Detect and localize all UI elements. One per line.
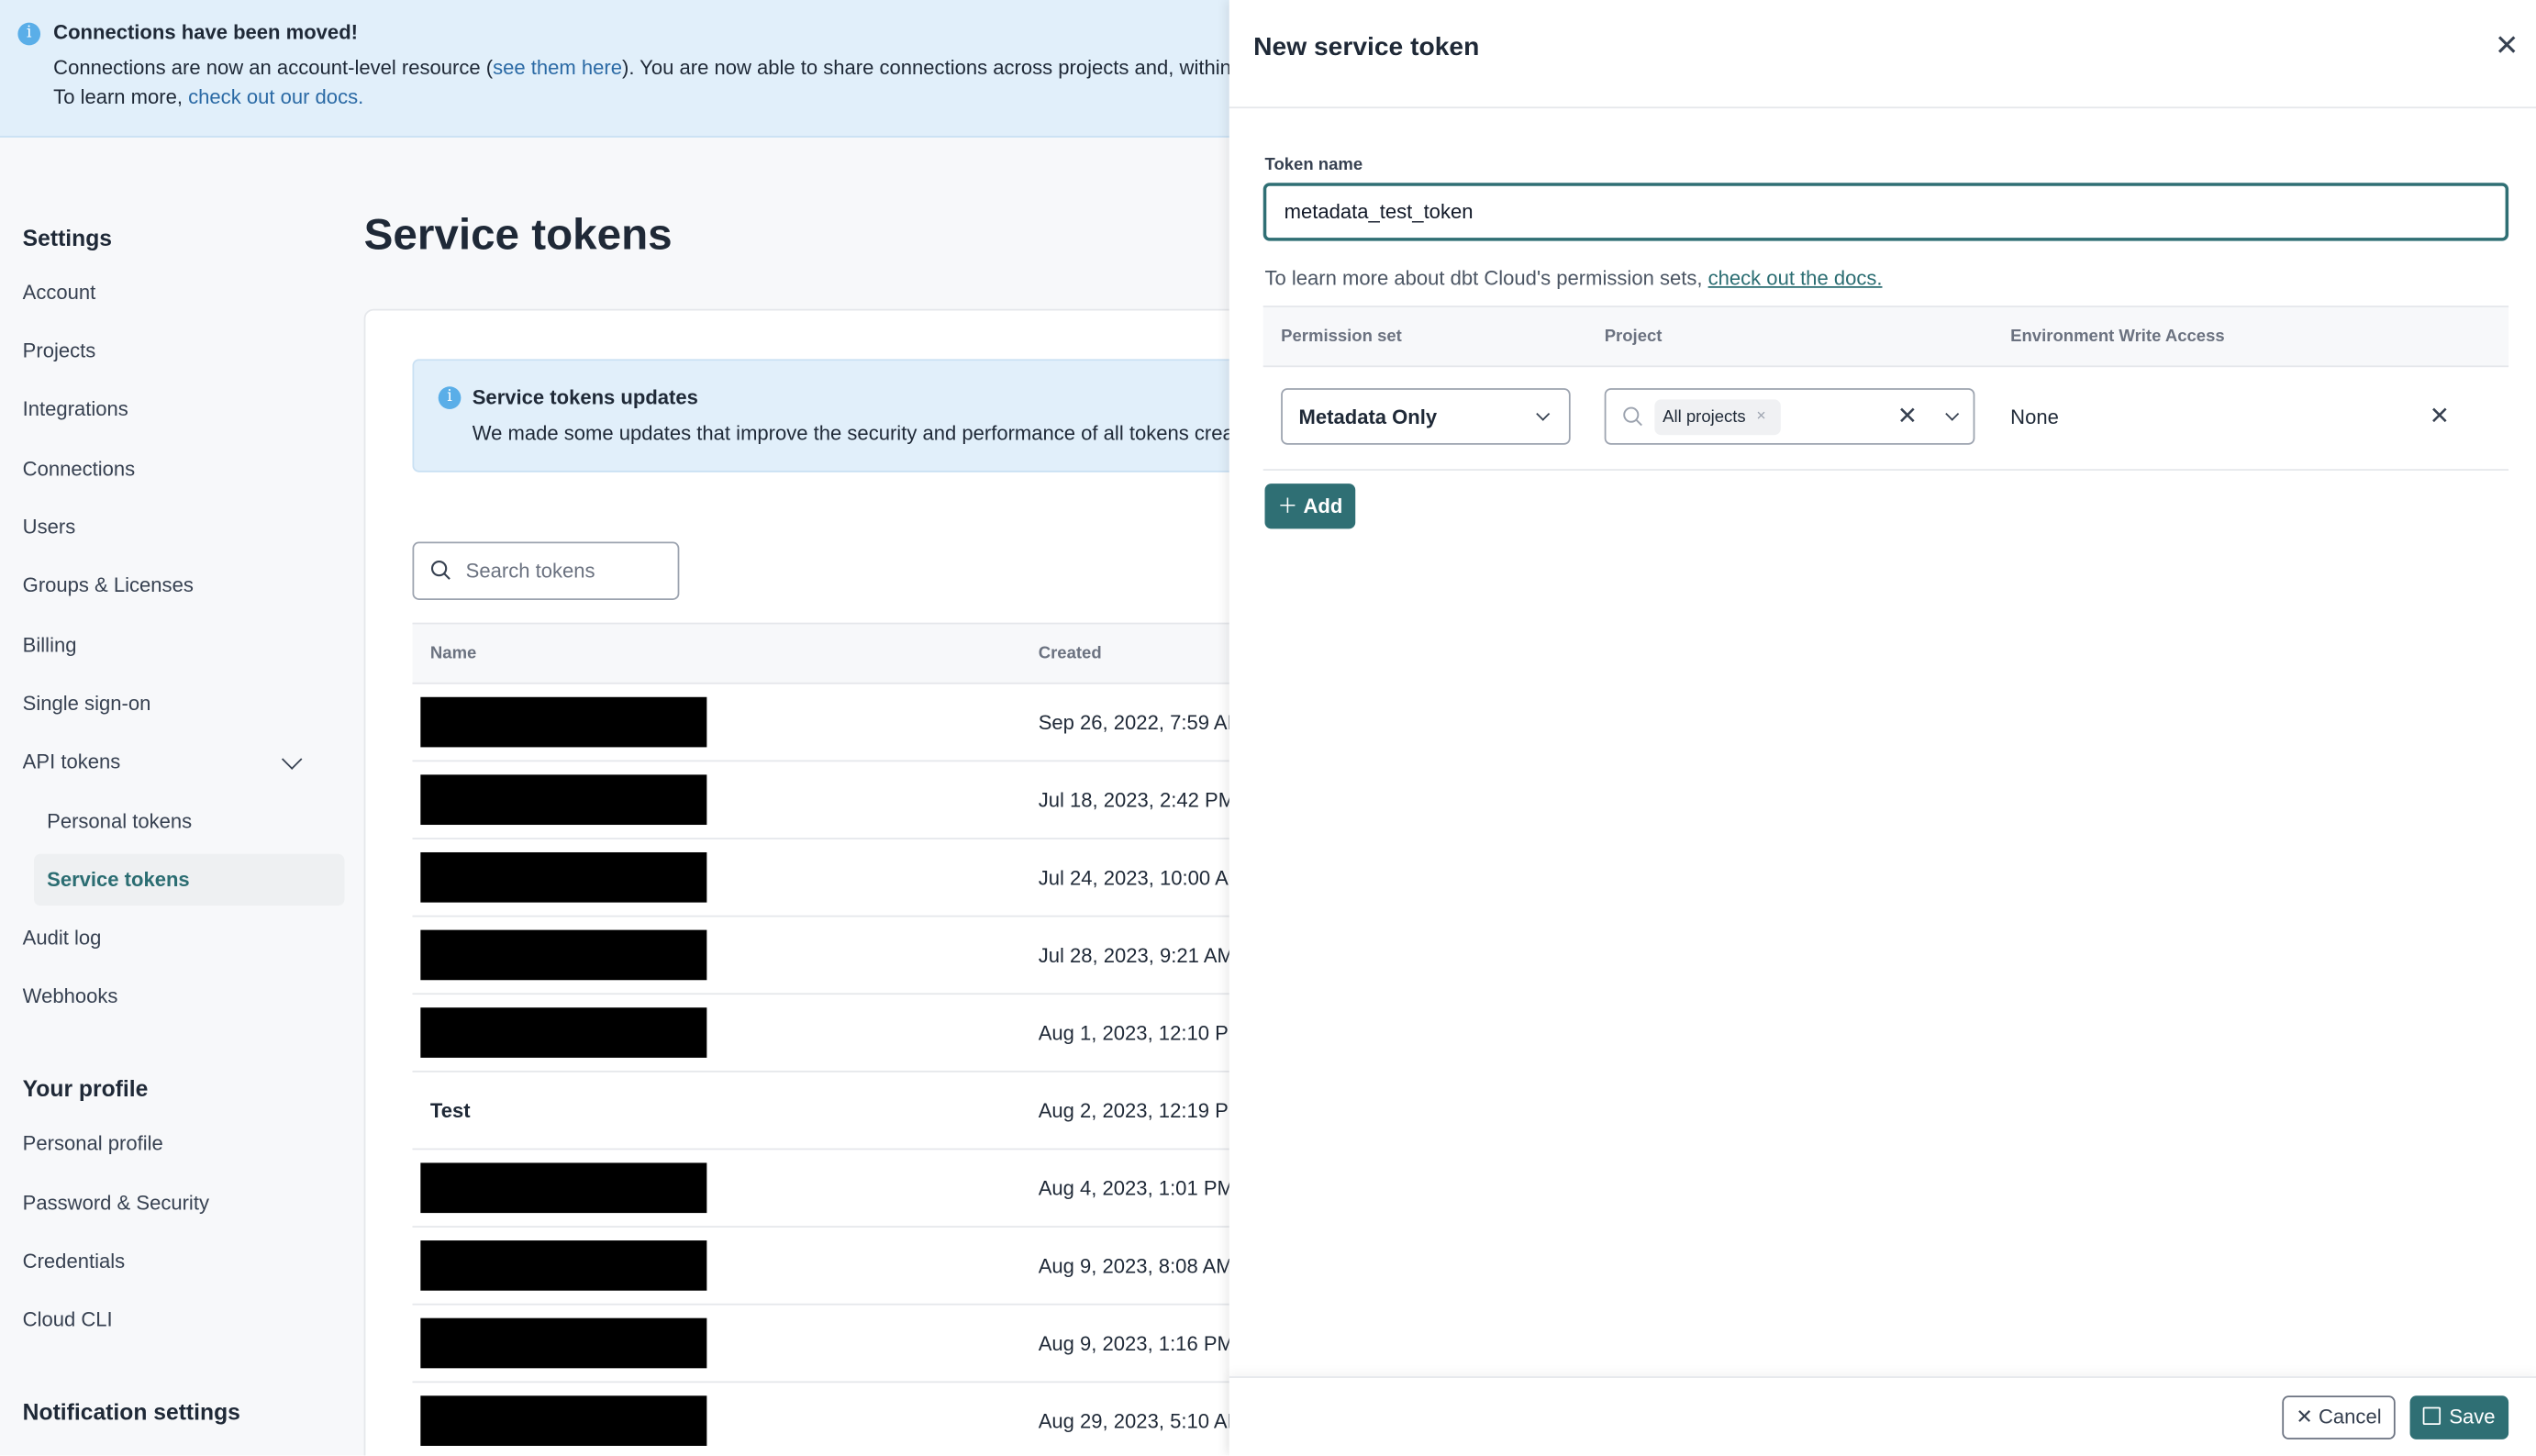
sidebar-item-connections[interactable]: Connections [23, 458, 136, 481]
panel-title: New service token [1253, 34, 1480, 61]
token-created: Aug 4, 2023, 1:01 PM [1038, 1177, 1234, 1200]
see-them-here-link[interactable]: see them here [493, 57, 622, 80]
page-title: Service tokens [363, 210, 673, 260]
redacted-name [420, 1317, 707, 1369]
column-created[interactable]: Created [1039, 644, 1102, 663]
permission-docs-link[interactable]: check out the docs. [1708, 267, 1883, 290]
token-created: Aug 2, 2023, 12:19 PM [1038, 1099, 1246, 1123]
search-icon [430, 560, 450, 580]
info-icon: i [438, 386, 462, 409]
sidebar-item-billing[interactable]: Billing [23, 634, 77, 657]
chevron-down-icon[interactable] [281, 749, 303, 770]
token-created: Jul 28, 2023, 9:21 AM [1038, 944, 1234, 968]
permission-help-text: To learn more about dbt Cloud's permissi… [1265, 267, 1883, 290]
sidebar-item-account[interactable]: Account [23, 282, 96, 305]
sidebar-item-groups-licenses[interactable]: Groups & Licenses [23, 574, 194, 597]
search-placeholder: Search tokens [465, 559, 595, 583]
token-created: Aug 9, 2023, 1:16 PM [1038, 1332, 1234, 1356]
save-button[interactable]: Save [2409, 1395, 2509, 1439]
token-created: Sep 26, 2022, 7:59 AM [1038, 711, 1244, 735]
banner-title: Connections have been moved! [53, 20, 358, 44]
plus-icon: ＋ [1277, 495, 1304, 518]
token-name[interactable]: Test [430, 1100, 471, 1123]
sidebar-item-users[interactable]: Users [23, 516, 76, 539]
notification-heading: Notification settings [22, 1398, 240, 1426]
search-tokens-input[interactable]: Search tokens [412, 541, 680, 600]
column-permission-set: Permission set [1281, 327, 1402, 347]
save-label: Save [2449, 1405, 2496, 1428]
profile-heading: Your profile [22, 1075, 149, 1102]
token-created: Aug 9, 2023, 8:08 AM [1038, 1254, 1233, 1278]
add-button[interactable]: ＋ Add [1264, 483, 1356, 529]
permission-set-select[interactable]: Metadata Only [1281, 388, 1571, 445]
sidebar-item-sso[interactable]: Single sign-on [23, 692, 151, 715]
save-icon [2423, 1406, 2441, 1426]
column-project: Project [1604, 327, 1663, 347]
redacted-name [420, 1007, 707, 1058]
banner-line-2: To learn more, check out our docs. [53, 85, 363, 108]
help-text: To learn more about dbt Cloud's permissi… [1264, 266, 1708, 290]
sidebar-item-personal-profile[interactable]: Personal profile [23, 1132, 163, 1155]
token-created: Aug 1, 2023, 12:10 PM [1038, 1022, 1246, 1045]
sidebar-item-service-tokens[interactable]: Service tokens [34, 853, 345, 906]
sidebar-item-password-security[interactable]: Password & Security [23, 1192, 209, 1215]
clear-icon[interactable]: ✕ [1897, 401, 1918, 430]
banner-text: Connections are now an account-level res… [53, 56, 494, 80]
sidebar-item-credentials[interactable]: Credentials [23, 1250, 125, 1273]
permission-row: Metadata Only All projects × ✕ None ✕ [1262, 365, 2509, 471]
token-name-label: Token name [1264, 155, 1363, 175]
sidebar-item-audit-log[interactable]: Audit log [23, 927, 102, 950]
chevron-down-icon[interactable] [1945, 406, 1960, 421]
permissions-table-header: Permission set Project Environment Write… [1262, 306, 2509, 368]
token-name-input[interactable] [1262, 183, 2509, 241]
redacted-name [420, 774, 707, 826]
token-created: Jul 18, 2023, 2:42 PM [1038, 789, 1236, 812]
sidebar-item-integrations[interactable]: Integrations [23, 398, 128, 421]
column-environment-write-access: Environment Write Access [2010, 327, 2225, 347]
environment-access-value: None [2010, 406, 2059, 429]
sidebar-item-projects[interactable]: Projects [23, 339, 96, 362]
notice-title: Service tokens updates [472, 386, 698, 409]
notice-body: We made some updates that improve the se… [472, 422, 1262, 445]
redacted-name [420, 696, 707, 748]
panel-footer: ✕ Cancel Save [1229, 1376, 2536, 1455]
redacted-name [420, 851, 707, 903]
project-chip: All projects × [1654, 399, 1781, 436]
settings-sidebar: Settings Account Projects Integrations C… [0, 138, 362, 1456]
settings-heading: Settings [22, 225, 113, 251]
token-created: Jul 24, 2023, 10:00 AM [1038, 866, 1246, 890]
project-select[interactable]: All projects × ✕ [1604, 388, 1975, 445]
token-created: Aug 29, 2023, 5:10 AM [1038, 1410, 1244, 1433]
redacted-name [420, 1395, 707, 1446]
chip-remove-icon[interactable]: × [1756, 399, 1765, 435]
banner-text: To learn more, [53, 85, 189, 109]
redacted-name [420, 1162, 707, 1214]
divider [1229, 106, 2536, 109]
chip-label: All projects [1663, 407, 1746, 428]
column-name[interactable]: Name [430, 644, 476, 663]
sidebar-item-personal-tokens[interactable]: Personal tokens [47, 810, 192, 833]
cancel-button[interactable]: ✕ Cancel [2282, 1395, 2396, 1439]
sidebar-item-api-tokens[interactable]: API tokens [23, 750, 121, 773]
add-label: Add [1303, 495, 1343, 518]
remove-row-icon[interactable]: ✕ [2430, 401, 2450, 430]
sidebar-item-webhooks[interactable]: Webhooks [23, 985, 118, 1008]
banner-line-1: Connections are now an account-level res… [53, 57, 1304, 80]
redacted-name [420, 1240, 707, 1291]
redacted-name [420, 929, 707, 981]
info-icon: i [17, 22, 41, 46]
chevron-down-icon [1536, 406, 1551, 421]
close-icon[interactable]: ✕ [2494, 30, 2519, 60]
close-icon: ✕ [2296, 1405, 2319, 1428]
search-icon [1623, 406, 1642, 427]
sidebar-item-cloud-cli[interactable]: Cloud CLI [23, 1308, 113, 1331]
banner-text: ). You are now able to share connections… [621, 56, 1305, 80]
cancel-label: Cancel [2319, 1405, 2382, 1428]
new-service-token-panel: New service token ✕ Token name To learn … [1229, 0, 2536, 1456]
app-root: i Connections have been moved! Connectio… [0, 0, 2536, 1456]
docs-link[interactable]: check out our docs. [188, 85, 363, 108]
permission-set-value: Metadata Only [1298, 406, 1438, 429]
